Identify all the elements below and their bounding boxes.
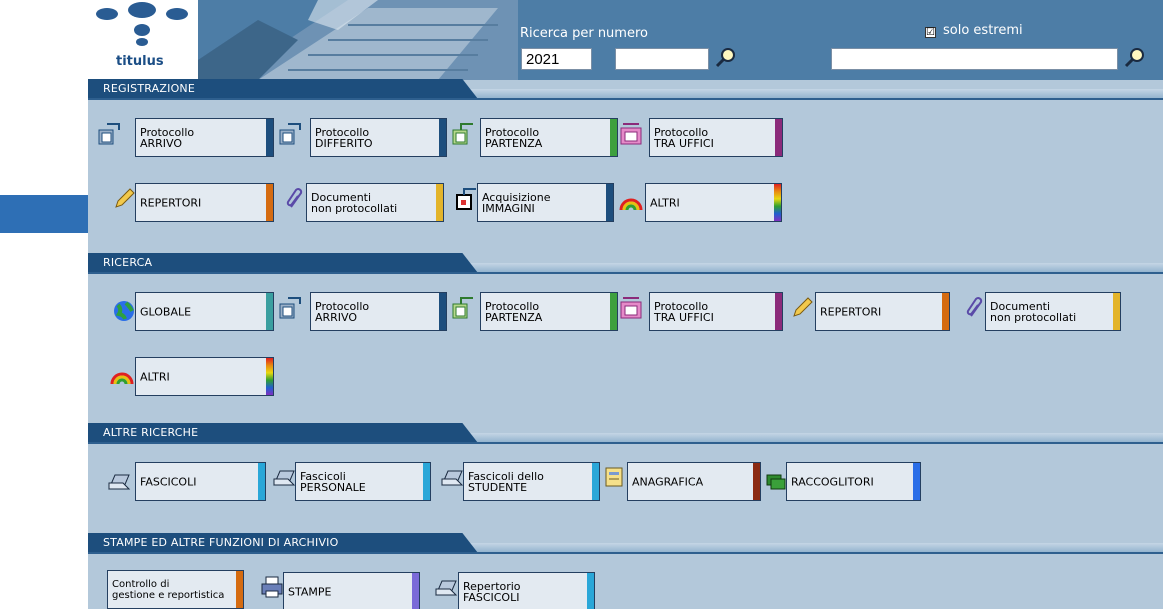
year-input[interactable] <box>521 48 592 70</box>
protocollo-arrivo-icon <box>279 297 301 319</box>
magnifier-icon[interactable] <box>714 47 736 69</box>
protocollo-partenza-button[interactable]: Protocollo PARTENZA <box>480 118 618 157</box>
logo-dot <box>96 8 118 20</box>
search-by-number-label: Ricerca per numero <box>520 26 648 41</box>
ricerca-altri-button[interactable]: ALTRI <box>135 357 274 396</box>
solo-estremi-checkbox[interactable]: ☑ <box>925 27 936 38</box>
repertori-button[interactable]: REPERTORI <box>135 183 274 222</box>
fascicoli-personale-button[interactable]: Fascicoli PERSONALE <box>295 462 431 501</box>
acquisizione-immagini-button[interactable]: Acquisizione IMMAGINI <box>477 183 614 222</box>
controllo-gestione-button[interactable]: Controllo di gestione e reportistica <box>107 570 244 609</box>
section-title: STAMPE ED ALTRE FUNZIONI DI ARCHIVIO <box>88 533 478 553</box>
fulltext-search-input[interactable] <box>831 48 1118 70</box>
logo-dot <box>136 38 148 46</box>
section-ricerca: RICERCA <box>88 253 1163 274</box>
folder-icon <box>441 470 464 486</box>
protocollo-arrivo-icon <box>98 123 120 145</box>
stampe-button[interactable]: STAMPE <box>283 572 420 609</box>
section-title: REGISTRAZIONE <box>88 79 478 99</box>
altri-button[interactable]: ALTRI <box>645 183 782 222</box>
logo-dot <box>134 24 150 36</box>
rainbow-icon <box>110 372 134 385</box>
solo-estremi-label: solo estremi <box>943 23 1023 38</box>
number-input[interactable] <box>615 48 709 70</box>
protocollo-tra-uffici-icon <box>620 297 642 319</box>
section-title: ALTRE RICERCHE <box>88 423 478 443</box>
folder-icon <box>435 580 458 596</box>
magnifier-icon[interactable] <box>1123 47 1145 69</box>
protocollo-arrivo-button[interactable]: Protocollo ARRIVO <box>135 118 274 157</box>
app-frame: titulus Ricerca per numero ☑ solo estrem… <box>88 0 1163 609</box>
fascicoli-button[interactable]: FASCICOLI <box>135 462 266 501</box>
protocollo-tra-uffici-button[interactable]: Protocollo TRA UFFICI <box>649 118 783 157</box>
pencil-icon <box>115 188 135 208</box>
globe-icon <box>114 301 134 321</box>
section-title: RICERCA <box>88 253 478 273</box>
protocollo-differito-button[interactable]: Protocollo DIFFERITO <box>310 118 447 157</box>
section-stampe: STAMPE ED ALTRE FUNZIONI DI ARCHIVIO <box>88 533 1163 554</box>
section-registrazione: REGISTRAZIONE <box>88 79 1163 100</box>
documenti-non-protocollati-button[interactable]: Documenti non protocollati <box>306 183 444 222</box>
ricerca-protocollo-tra-uffici-button[interactable]: Protocollo TRA UFFICI <box>649 292 783 331</box>
protocollo-partenza-icon <box>452 123 473 145</box>
pencil-icon <box>793 297 813 317</box>
rainbow-icon <box>619 198 643 211</box>
header: titulus Ricerca per numero ☑ solo estrem… <box>88 0 1163 80</box>
logo-text: titulus <box>116 54 164 69</box>
protocollo-differito-icon <box>279 123 301 145</box>
ricerca-repertori-button[interactable]: REPERTORI <box>815 292 950 331</box>
folder-icon <box>273 470 296 486</box>
printer-icon <box>261 576 283 598</box>
repertorio-fascicoli-button[interactable]: Repertorio FASCICOLI <box>458 572 595 609</box>
protocollo-tra-uffici-icon <box>620 123 642 145</box>
paperclip-icon <box>286 188 303 208</box>
address-card-icon <box>605 467 623 487</box>
ricerca-protocollo-partenza-button[interactable]: Protocollo PARTENZA <box>480 292 618 331</box>
ricerca-documenti-non-protocollati-button[interactable]: Documenti non protocollati <box>985 292 1121 331</box>
keyboard-banner-image <box>198 0 518 80</box>
anagrafica-button[interactable]: ANAGRAFICA <box>627 462 761 501</box>
raccoglitori-button[interactable]: RACCOGLITORI <box>786 462 921 501</box>
scanner-icon <box>456 188 476 210</box>
section-altre-ricerche: ALTRE RICERCHE <box>88 423 1163 444</box>
protocollo-partenza-icon <box>452 297 473 319</box>
ricerca-globale-button[interactable]: GLOBALE <box>135 292 274 331</box>
fascicoli-studente-button[interactable]: Fascicoli dello STUDENTE <box>463 462 600 501</box>
folder-icon <box>108 474 131 490</box>
logo-dot <box>128 2 156 18</box>
ricerca-protocollo-arrivo-button[interactable]: Protocollo ARRIVO <box>310 292 447 331</box>
logo-dot <box>166 8 188 20</box>
